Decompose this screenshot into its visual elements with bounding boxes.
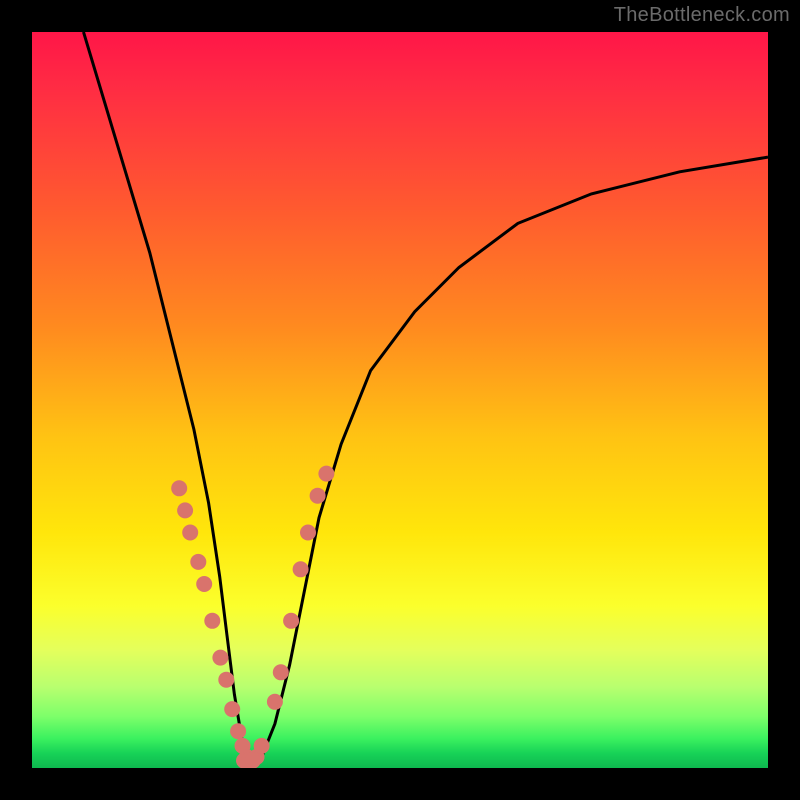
chart-frame: TheBottleneck.com (0, 0, 800, 800)
data-dot (224, 701, 240, 717)
bottleneck-curve (84, 32, 769, 761)
curve-layer (32, 32, 768, 768)
data-dot (283, 613, 299, 629)
watermark-text: TheBottleneck.com (614, 4, 790, 27)
data-dot (318, 466, 334, 482)
data-dot (273, 664, 289, 680)
data-dot (212, 650, 228, 666)
data-dot (254, 738, 270, 754)
data-dots (171, 466, 334, 768)
plot-area (32, 32, 768, 768)
data-dot (310, 488, 326, 504)
data-dot (293, 561, 309, 577)
data-dot (171, 480, 187, 496)
data-dot (245, 753, 261, 768)
data-dot (218, 672, 234, 688)
data-dot (182, 525, 198, 541)
data-dot (267, 694, 283, 710)
data-dot (190, 554, 206, 570)
data-dot (196, 576, 212, 592)
data-dot (177, 502, 193, 518)
data-dot (204, 613, 220, 629)
data-dot (230, 723, 246, 739)
data-dot (300, 525, 316, 541)
